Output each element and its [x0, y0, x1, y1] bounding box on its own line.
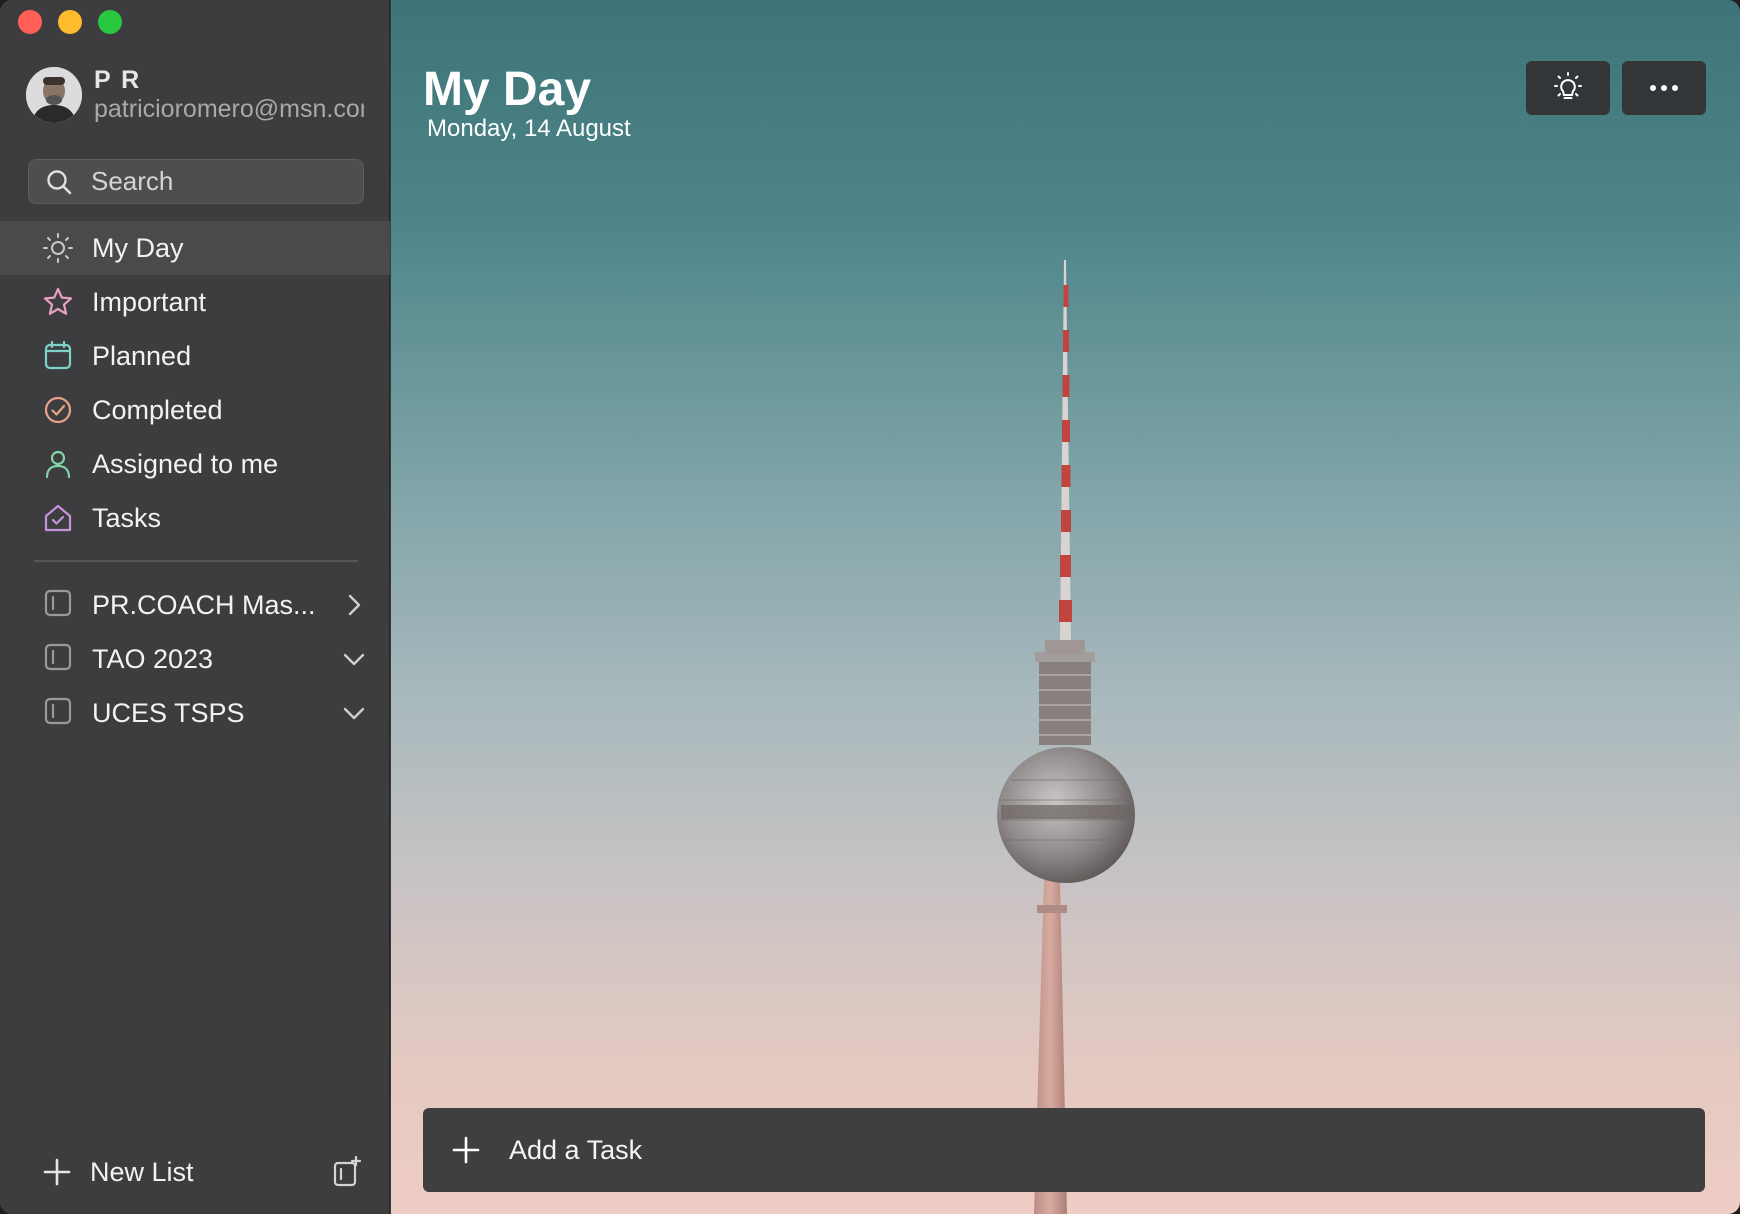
smart-lists: My Day Important Planned Completed Assig… [0, 221, 390, 545]
app-window: P R patricioromero@msn.com Search My Day… [0, 0, 1740, 1214]
sidebar-group-tao-2023[interactable]: TAO 2023 [0, 632, 390, 686]
sidebar-item-tasks[interactable]: Tasks [0, 491, 390, 545]
plus-icon[interactable] [451, 1135, 481, 1165]
chevron-down-icon[interactable] [342, 701, 366, 730]
sidebar-item-label: Important [92, 286, 207, 317]
sidebar-group-label: PR.COACH Mas... [92, 589, 316, 620]
sidebar-group-label: TAO 2023 [92, 643, 214, 674]
lightbulb-icon [1554, 72, 1582, 99]
sidebar-item-label: Tasks [92, 502, 162, 533]
sidebar-group-pr-coach[interactable]: PR.COACH Mas... [0, 578, 390, 632]
home-icon [42, 502, 74, 534]
more-options-button[interactable] [1622, 61, 1706, 115]
search-box[interactable] [28, 159, 364, 204]
add-task-input[interactable] [509, 1134, 1609, 1166]
search-icon [47, 169, 72, 194]
page-title: My Day [423, 63, 592, 116]
search-input[interactable] [91, 166, 351, 197]
plus-icon [43, 1158, 71, 1186]
sidebar-item-my-day[interactable]: My Day [0, 221, 390, 275]
sidebar-item-assigned-to-me[interactable]: Assigned to me [0, 437, 390, 491]
sun-icon [42, 232, 74, 264]
more-icon [1650, 85, 1678, 91]
check-circle-icon [42, 394, 74, 426]
main-panel: My Day Monday, 14 August [391, 0, 1740, 1214]
maximize-window-button[interactable] [98, 10, 122, 34]
person-icon [42, 448, 74, 480]
sidebar-item-label: Planned [92, 340, 192, 371]
sidebar-divider [34, 560, 358, 562]
page-date: Monday, 14 August [427, 115, 631, 142]
custom-lists: PR.COACH Mas... TAO 2023 UCES TSPS [0, 578, 390, 740]
window-controls [18, 10, 122, 34]
sidebar: P R patricioromero@msn.com Search My Day… [0, 0, 390, 1214]
profile-email: patricioromero@msn.com [94, 95, 364, 123]
calendar-icon [42, 340, 74, 372]
suggestions-button[interactable] [1526, 61, 1610, 115]
user-profile[interactable]: P R patricioromero@msn.com [26, 66, 366, 124]
sidebar-item-label: My Day [92, 232, 184, 263]
sidebar-item-completed[interactable]: Completed [0, 383, 390, 437]
sidebar-item-label: Assigned to me [92, 448, 279, 479]
list-group-icon [42, 587, 74, 624]
sidebar-group-uces-tsps[interactable]: UCES TSPS [0, 686, 390, 740]
avatar [26, 67, 82, 123]
star-icon [42, 286, 74, 318]
list-group-icon [42, 695, 74, 732]
new-group-icon[interactable] [332, 1155, 362, 1193]
sidebar-item-important[interactable]: Important [0, 275, 390, 329]
chevron-right-icon[interactable] [342, 593, 366, 622]
background-image [997, 260, 1135, 1214]
close-window-button[interactable] [18, 10, 42, 34]
sidebar-group-label: UCES TSPS [92, 697, 245, 728]
new-list-button[interactable]: New List [42, 1150, 362, 1194]
list-group-icon [42, 641, 74, 678]
minimize-window-button[interactable] [58, 10, 82, 34]
sidebar-item-planned[interactable]: Planned [0, 329, 390, 383]
profile-name: P R [94, 66, 142, 94]
new-list-label: New List [90, 1156, 194, 1187]
chevron-down-icon[interactable] [342, 647, 366, 676]
add-task-bar[interactable] [423, 1108, 1705, 1192]
sidebar-item-label: Completed [92, 394, 223, 425]
